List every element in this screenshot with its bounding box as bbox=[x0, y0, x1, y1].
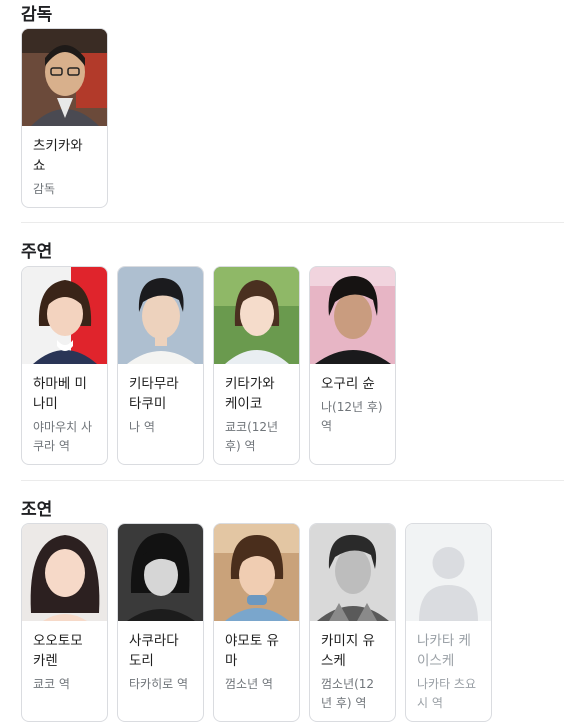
person-photo bbox=[22, 29, 107, 126]
person-name: 오오토모 카렌 bbox=[33, 633, 83, 669]
person-card[interactable]: 오구리 슌 나(12년 후) 역 bbox=[309, 266, 396, 465]
section-title: 감독 bbox=[21, 5, 53, 25]
person-card[interactable]: 나카타 케이스케 나카타 츠요시 역 bbox=[405, 523, 492, 722]
person-photo bbox=[214, 524, 299, 621]
person-role: 나(12년 후) 역 bbox=[321, 400, 383, 433]
section-divider bbox=[21, 222, 564, 223]
person-role: 껌소년(12년 후) 역 bbox=[321, 677, 375, 710]
person-role: 타카히로 역 bbox=[129, 677, 189, 691]
section-director: 감독 bbox=[21, 5, 564, 25]
person-name: 야모토 유마 bbox=[225, 633, 279, 669]
person-name: 나카타 케이스케 bbox=[417, 633, 471, 669]
section-supporting: 조연 bbox=[21, 500, 564, 520]
placeholder-avatar-icon bbox=[406, 524, 491, 621]
person-name: 츠키카와 쇼 bbox=[33, 138, 83, 174]
lead-cards: 하마베 미나미 야마우치 사쿠라 역 키타무라 타쿠미 나 역 키타가와 케이코… bbox=[21, 266, 396, 465]
section-title: 주연 bbox=[21, 242, 53, 262]
person-name: 키타가와 케이코 bbox=[225, 376, 275, 412]
person-role: 쿄코(12년 후) 역 bbox=[225, 420, 279, 453]
person-role: 쿄코 역 bbox=[33, 677, 70, 691]
person-name: 키타무라 타쿠미 bbox=[129, 376, 179, 412]
person-role: 껌소년 역 bbox=[225, 677, 273, 691]
section-leads: 주연 bbox=[21, 242, 564, 262]
person-role: 감독 bbox=[33, 182, 56, 196]
person-photo bbox=[118, 524, 203, 621]
person-photo bbox=[22, 524, 107, 621]
person-photo bbox=[214, 267, 299, 364]
person-card[interactable]: 하마베 미나미 야마우치 사쿠라 역 bbox=[21, 266, 108, 465]
person-photo bbox=[310, 267, 395, 364]
director-cards: 츠키카와 쇼 감독 bbox=[21, 28, 108, 208]
person-card[interactable]: 오오토모 카렌 쿄코 역 bbox=[21, 523, 108, 722]
person-card[interactable]: 키타가와 케이코 쿄코(12년 후) 역 bbox=[213, 266, 300, 465]
person-name: 사쿠라다 도리 bbox=[129, 633, 179, 669]
person-name: 카미지 유스케 bbox=[321, 633, 375, 669]
person-photo bbox=[310, 524, 395, 621]
person-photo bbox=[118, 267, 203, 364]
person-card[interactable]: 카미지 유스케 껌소년(12년 후) 역 bbox=[309, 523, 396, 722]
person-role: 나 역 bbox=[129, 420, 155, 434]
person-name: 하마베 미나미 bbox=[33, 376, 87, 412]
supporting-cards: 오오토모 카렌 쿄코 역 사쿠라다 도리 타카히로 역 야모토 유마 껌소년 역… bbox=[21, 523, 492, 722]
section-divider bbox=[21, 480, 564, 481]
person-card[interactable]: 키타무라 타쿠미 나 역 bbox=[117, 266, 204, 465]
person-card[interactable]: 츠키카와 쇼 감독 bbox=[21, 28, 108, 208]
person-card[interactable]: 야모토 유마 껌소년 역 bbox=[213, 523, 300, 722]
person-card[interactable]: 사쿠라다 도리 타카히로 역 bbox=[117, 523, 204, 722]
person-photo bbox=[22, 267, 107, 364]
section-title: 조연 bbox=[21, 500, 53, 520]
person-role: 야마우치 사쿠라 역 bbox=[33, 420, 93, 453]
person-role: 나카타 츠요시 역 bbox=[417, 677, 477, 710]
person-name: 오구리 슌 bbox=[321, 376, 375, 392]
